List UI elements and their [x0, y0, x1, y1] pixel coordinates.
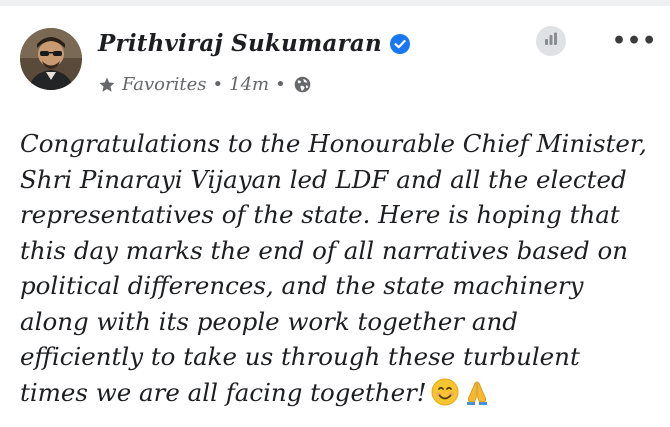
post-card: Prithviraj Sukumaran Favorites • 14m • •… — [0, 0, 670, 427]
post-body-line: along with its people work together and — [20, 306, 518, 336]
post-body-line: representatives of the state. Here is ho… — [20, 200, 620, 229]
post-body: Congratulations to the Honourable Chief … — [20, 126, 660, 410]
star-icon — [98, 76, 116, 94]
post-body-line: efficiently to take us through these tur… — [20, 342, 580, 371]
avatar[interactable] — [20, 28, 82, 90]
smiling-face-icon — [431, 378, 459, 406]
post-body-line: this day marks the end of all narratives… — [20, 235, 628, 265]
more-options-button[interactable]: ••• — [612, 28, 656, 54]
author-name[interactable]: Prithviraj Sukumaran — [98, 30, 382, 57]
author-row: Prithviraj Sukumaran — [98, 30, 410, 57]
post-body-line: political differences, and the state mac… — [20, 271, 584, 300]
insights-button[interactable] — [536, 26, 566, 56]
meta-separator: • — [275, 74, 286, 95]
bar-chart-icon — [543, 31, 559, 51]
audience-label[interactable]: Favorites — [122, 74, 207, 95]
folded-hands-icon — [463, 378, 491, 406]
globe-icon[interactable] — [294, 76, 311, 93]
post-body-line-last: times we are all facing together! — [20, 375, 660, 411]
post-body-line: Shri Pinarayi Vijayan led LDF and all th… — [20, 164, 627, 194]
divider — [0, 0, 670, 6]
post-time[interactable]: 14m — [229, 74, 269, 95]
post-body-line: Congratulations to the Honourable Chief … — [20, 129, 647, 158]
verified-badge-icon — [389, 33, 410, 54]
post-meta: Favorites • 14m • — [98, 74, 311, 95]
post-body-line-text: times we are all facing together! — [20, 377, 427, 407]
meta-separator: • — [212, 74, 224, 95]
